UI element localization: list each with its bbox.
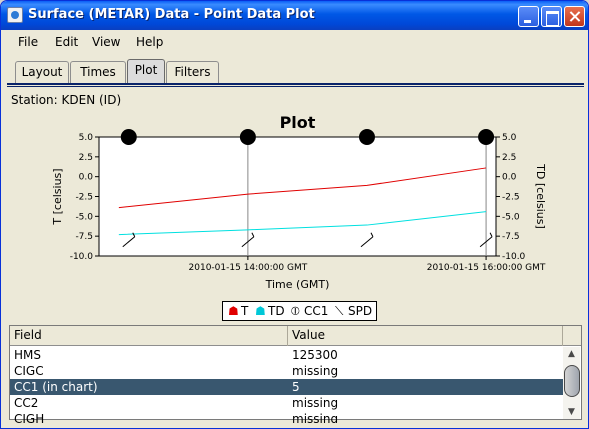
tab-filters[interactable]: Filters: [166, 61, 219, 83]
table-row[interactable]: HMS 125300: [10, 347, 563, 363]
point-data-chart[interactable]: Plot 5.0 5.0 2.5 2.5 0.0 0.0 -2.5 -2.5 -5.0 -5.0 -7…: [7, 87, 584, 301]
value-cell: 5: [292, 380, 300, 394]
table-row-selected[interactable]: CC1 (in chart) 5: [10, 379, 563, 395]
field-cell: HMS: [14, 348, 41, 362]
tab-layout[interactable]: Layout: [15, 61, 69, 83]
y-tick-label-right: -2.5: [502, 193, 520, 203]
y-tick-label-left: -5.0: [75, 212, 93, 222]
x-tick-label: 2010-01-15 16:00:00 GMT: [427, 263, 546, 273]
legend-t-icon: ☗: [228, 304, 239, 318]
scroll-thumb[interactable]: [564, 365, 580, 397]
table-body: HMS 125300 CIGC missing CC1 (in chart) 5…: [10, 347, 563, 423]
value-cell: missing: [292, 412, 339, 423]
table-scrollbar[interactable]: ▲ ▼: [563, 347, 580, 419]
chart-legend: ☗ T ☗ TD ⦶ CC1 ⟍ SPD: [222, 301, 377, 321]
cc1-marker: [120, 129, 137, 145]
minimize-button[interactable]: [518, 6, 539, 27]
table-row[interactable]: CIGC missing: [10, 363, 563, 379]
table-row[interactable]: CC2 missing: [10, 395, 563, 411]
table-row[interactable]: CIGH missing: [10, 411, 563, 423]
menu-view[interactable]: View: [92, 35, 120, 49]
y-tick-label-left: -7.5: [75, 232, 93, 242]
y-tick-label-left: -10.0: [70, 252, 94, 262]
cc1-marker: [358, 129, 375, 145]
maximize-button[interactable]: [541, 6, 562, 27]
chart-title: Plot: [280, 113, 316, 132]
legend-t-label: T: [241, 304, 249, 318]
menu-bar: File Edit View Help: [5, 31, 584, 53]
column-header-value[interactable]: Value: [288, 326, 563, 346]
cc1-marker: [478, 129, 495, 145]
y-tick-label-right: 5.0: [502, 133, 517, 143]
legend-spd-icon: ⟍: [335, 304, 344, 318]
y-tick-label-right: -7.5: [502, 232, 520, 242]
legend-td-icon: ☗: [255, 304, 266, 318]
y-axis-label-left: T [celsius]: [51, 168, 64, 225]
y-tick-label-right: 2.5: [502, 153, 516, 163]
tab-times[interactable]: Times: [70, 61, 126, 83]
field-cell: CC1 (in chart): [14, 380, 98, 394]
scroll-down-arrow-icon[interactable]: ▼: [563, 405, 580, 419]
x-axis-label: Time (GMT): [265, 278, 330, 291]
legend-spd-label: SPD: [348, 304, 373, 318]
field-value-table: Field Value HMS 125300 CIGC missing CC1 …: [9, 325, 582, 423]
x-tick-label: 2010-01-15 14:00:00 GMT: [189, 263, 308, 273]
y-tick-label-right: -5.0: [502, 212, 520, 222]
field-cell: CIGH: [14, 412, 45, 423]
y-axis-label-right: TD [celsius]: [534, 163, 547, 229]
field-cell: CIGC: [14, 364, 44, 378]
menu-file[interactable]: File: [18, 35, 38, 49]
legend-cc1-icon: ⦶: [291, 304, 300, 318]
scroll-up-arrow-icon[interactable]: ▲: [563, 347, 580, 361]
value-cell: missing: [292, 364, 339, 378]
close-button[interactable]: [564, 6, 585, 27]
column-header-field[interactable]: Field: [10, 326, 288, 346]
value-cell: missing: [292, 396, 339, 410]
title-bar[interactable]: Surface (METAR) Data - Point Data Plot: [1, 1, 588, 30]
y-tick-label-left: 5.0: [79, 133, 94, 143]
value-cell: 125300: [292, 348, 338, 362]
cc1-marker: [239, 129, 256, 145]
menu-edit[interactable]: Edit: [55, 35, 78, 49]
y-tick-label-left: 0.0: [79, 173, 94, 183]
tab-plot[interactable]: Plot: [127, 59, 165, 84]
java-app-icon: [7, 7, 23, 23]
tab-divider: [7, 83, 584, 85]
table-header: Field Value: [10, 326, 581, 346]
y-tick-label-left: -2.5: [75, 193, 93, 203]
field-cell: CC2: [14, 396, 39, 410]
legend-cc1-label: CC1: [304, 304, 329, 318]
y-tick-label-right: -10.0: [502, 252, 526, 262]
plot-panel: Station: KDEN (ID) Plot 5.0 5.0 2.5 2.5 0.0 0.…: [7, 87, 584, 424]
plot-area: [98, 136, 497, 257]
menu-help[interactable]: Help: [136, 35, 163, 49]
window-title: Surface (METAR) Data - Point Data Plot: [28, 7, 315, 22]
app-window: Surface (METAR) Data - Point Data Plot F…: [0, 0, 589, 429]
y-tick-label-left: 2.5: [79, 153, 93, 163]
y-tick-label-right: 0.0: [502, 173, 517, 183]
legend-td-label: TD: [268, 304, 285, 318]
